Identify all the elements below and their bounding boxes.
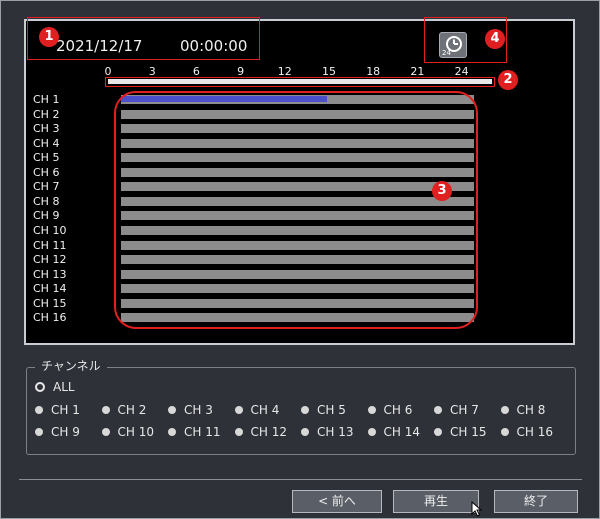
channel-option[interactable]: CH 3 bbox=[168, 402, 213, 418]
annotation-number-3: 3 bbox=[432, 181, 452, 201]
channel-option[interactable]: CH 9 bbox=[35, 424, 80, 440]
radio-icon bbox=[301, 406, 309, 414]
play-button[interactable]: 再生 bbox=[393, 490, 479, 513]
prev-button[interactable]: < 前へ bbox=[292, 490, 382, 513]
channel-option-label: CH 14 bbox=[383, 425, 421, 439]
radio-icon bbox=[301, 428, 309, 436]
channel-option-label: CH 3 bbox=[184, 403, 213, 417]
annotation-number-4: 4 bbox=[485, 29, 505, 49]
channel-option[interactable]: CH 10 bbox=[101, 424, 155, 440]
channel-option-label: CH 7 bbox=[450, 403, 479, 417]
channel-option-label: CH 9 bbox=[51, 425, 80, 439]
channel-label: CH 13 bbox=[33, 267, 67, 281]
radio-icon bbox=[234, 428, 243, 436]
channel-option-label: CH 13 bbox=[317, 425, 354, 439]
channel-option-label: ALL bbox=[53, 380, 75, 394]
channel-option[interactable]: CH 4 bbox=[234, 402, 280, 418]
channel-option[interactable]: CH 7 bbox=[434, 402, 479, 418]
channel-option-label: CH 8 bbox=[516, 403, 546, 417]
channel-label: CH 5 bbox=[33, 151, 60, 165]
channel-option-label: CH 16 bbox=[516, 425, 554, 439]
channel-option[interactable]: CH 16 bbox=[500, 424, 554, 440]
channel-option[interactable]: CH 12 bbox=[234, 424, 288, 440]
channel-option[interactable]: CH 8 bbox=[500, 402, 546, 418]
channel-option-label: CH 12 bbox=[250, 425, 288, 439]
channel-label: CH 11 bbox=[33, 238, 67, 252]
radio-icon bbox=[234, 406, 243, 414]
radio-icon bbox=[434, 428, 442, 436]
radio-icon bbox=[367, 428, 376, 436]
channel-label: CH 15 bbox=[33, 296, 67, 310]
channel-option[interactable]: CH 2 bbox=[101, 402, 147, 418]
channel-label: CH 12 bbox=[33, 253, 67, 267]
channel-option[interactable]: CH 11 bbox=[168, 424, 221, 440]
radio-icon bbox=[101, 406, 110, 414]
channel-option[interactable]: CH 1 bbox=[35, 402, 80, 418]
channel-label: CH 16 bbox=[33, 311, 67, 325]
channel-label: CH 3 bbox=[33, 122, 60, 136]
channel-label: CH 4 bbox=[33, 136, 60, 150]
channel-option-label: CH 5 bbox=[317, 403, 346, 417]
channel-option-label: CH 15 bbox=[450, 425, 487, 439]
search-dialog: 2021/12/17 00:00:00 1 24 4 0 3 6 9 12 15 18 21 2… bbox=[0, 0, 600, 519]
channel-label: CH 7 bbox=[33, 180, 60, 194]
channel-group-title: チャンネル bbox=[35, 357, 107, 374]
channel-option[interactable]: CH 14 bbox=[367, 424, 421, 440]
channel-label: CH 9 bbox=[33, 209, 60, 223]
radio-icon bbox=[500, 406, 509, 414]
channel-label: CH 1 bbox=[33, 93, 60, 106]
radio-icon bbox=[434, 406, 442, 414]
channel-option-label: CH 6 bbox=[383, 403, 413, 417]
timeline-panel: 2021/12/17 00:00:00 1 24 4 0 3 6 9 12 15 18 21 2… bbox=[24, 17, 575, 345]
radio-icon bbox=[500, 428, 509, 436]
radio-selected-icon bbox=[35, 382, 45, 392]
channel-option[interactable]: CH 5 bbox=[301, 402, 346, 418]
channel-label: CH 10 bbox=[33, 223, 67, 237]
radio-icon bbox=[35, 406, 43, 414]
channel-option[interactable]: CH 6 bbox=[367, 402, 413, 418]
divider bbox=[19, 479, 582, 480]
annotation-number-2: 2 bbox=[498, 70, 518, 90]
annotation-box-channels bbox=[114, 91, 478, 329]
channel-label: CH 8 bbox=[33, 194, 60, 208]
channel-label: CH 14 bbox=[33, 282, 67, 296]
channel-option-all[interactable]: ALL bbox=[35, 379, 75, 395]
annotation-number-1: 1 bbox=[39, 27, 59, 47]
radio-icon bbox=[367, 406, 376, 414]
channel-option-label: CH 10 bbox=[117, 425, 155, 439]
radio-icon bbox=[168, 428, 176, 436]
channel-label: CH 2 bbox=[33, 107, 60, 121]
annotation-box-ruler bbox=[105, 77, 495, 87]
channel-label: CH 6 bbox=[33, 165, 60, 179]
channel-option-label: CH 11 bbox=[184, 425, 221, 439]
channel-option-label: CH 4 bbox=[250, 403, 280, 417]
channel-option-label: CH 1 bbox=[51, 403, 80, 417]
mouse-cursor-icon bbox=[471, 501, 483, 517]
channel-option-label: CH 2 bbox=[117, 403, 147, 417]
radio-icon bbox=[168, 406, 176, 414]
channel-option[interactable]: CH 15 bbox=[434, 424, 487, 440]
channel-option[interactable]: CH 13 bbox=[301, 424, 354, 440]
annotation-box-datetime bbox=[27, 17, 260, 60]
exit-button[interactable]: 終了 bbox=[494, 490, 578, 513]
radio-icon bbox=[101, 428, 110, 436]
radio-icon bbox=[35, 428, 43, 436]
